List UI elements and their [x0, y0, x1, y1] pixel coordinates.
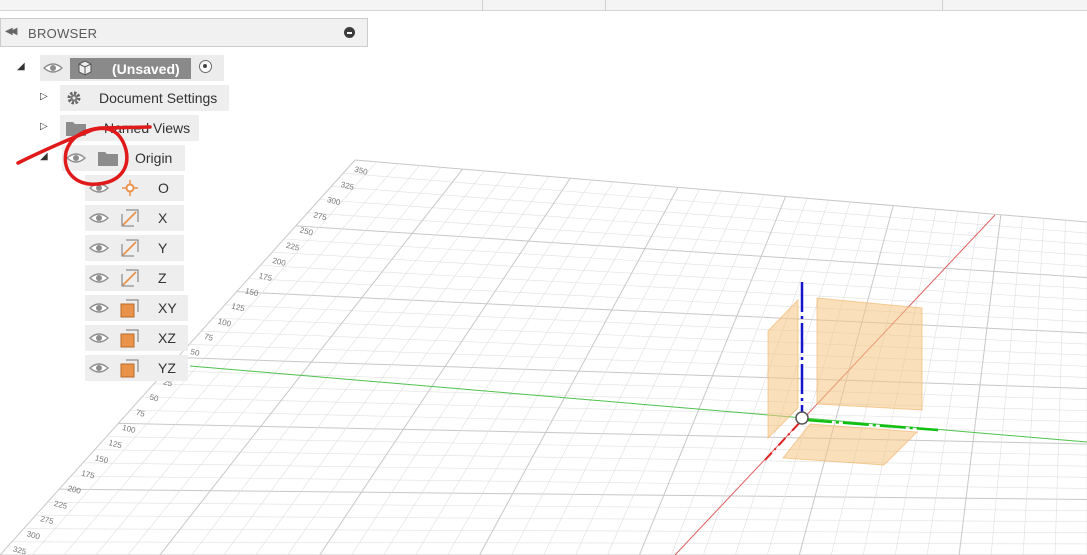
grid-ruler-label: 75	[203, 332, 214, 343]
axis-icon	[121, 239, 139, 257]
expanded-triangle-icon[interactable]: ◢	[17, 61, 25, 72]
toolbar-separator	[942, 0, 943, 10]
grid-ruler-label: 225	[285, 241, 301, 253]
collapsed-triangle-icon[interactable]: ▷	[40, 121, 48, 132]
tree-row-origin-xz[interactable]: XZ	[85, 325, 189, 351]
axis-icon	[121, 269, 139, 287]
minus-circle-icon[interactable]	[344, 27, 355, 38]
tree-row-origin-o[interactable]: O	[85, 175, 185, 201]
grid-ruler-label: 300	[26, 529, 42, 541]
grid-ruler-label: 225	[53, 499, 69, 511]
grid-line	[607, 194, 765, 555]
tree-row-document-settings[interactable]: ▷ Document Settings	[0, 85, 230, 111]
grid-ruler-label: 100	[121, 423, 137, 435]
eye-icon[interactable]	[89, 271, 109, 285]
origin-child-label: XY	[158, 300, 177, 316]
plane-icon	[120, 329, 139, 348]
radio-icon[interactable]	[199, 60, 212, 73]
grid-line	[543, 190, 722, 555]
origin-point-icon	[122, 180, 138, 196]
grid-line	[415, 183, 636, 555]
grid-ruler-label: 100	[217, 317, 233, 329]
grid-ruler-label: 50	[149, 393, 160, 404]
grid-ruler-label: 125	[231, 301, 247, 313]
browser-panel-header[interactable]: ◀◀ BROWSER	[0, 18, 368, 47]
document-settings-label: Document Settings	[99, 90, 218, 106]
double-chevron-left-icon[interactable]: ◀◀	[5, 26, 18, 37]
eye-icon[interactable]	[43, 61, 63, 75]
toolbar-separator	[482, 0, 483, 10]
grid-ruler-label: 325	[340, 180, 356, 192]
tree-row-named-views[interactable]: ▷ Named Views	[0, 115, 200, 141]
grid-line	[383, 181, 614, 555]
eye-icon[interactable]	[89, 331, 109, 345]
grid-ruler-label: 175	[80, 469, 96, 481]
grid-ruler-label: 275	[312, 210, 328, 222]
grid-ruler-label: 175	[258, 271, 274, 283]
tree-row-origin[interactable]: ◢ Origin	[0, 145, 190, 171]
grid-ruler-label: 75	[135, 408, 146, 419]
plane-icon	[120, 299, 139, 318]
eye-icon[interactable]	[89, 241, 109, 255]
eye-icon[interactable]	[89, 181, 109, 195]
origin-child-label: X	[158, 210, 168, 226]
grid-ruler-label: 200	[67, 484, 83, 496]
named-views-label: Named Views	[104, 120, 191, 136]
plane-icon	[120, 359, 139, 378]
grid-ruler-label: 150	[244, 286, 260, 298]
plane-xz	[816, 297, 923, 411]
grid-line	[447, 185, 657, 555]
origin-child-label: XZ	[158, 330, 176, 346]
eye-icon[interactable]	[66, 151, 86, 165]
grid-ruler-labels: 3503253002752502252001751501251007550252…	[12, 165, 369, 555]
grid-line	[926, 212, 980, 555]
axis-icon	[121, 209, 139, 227]
grid-ruler-label: 300	[326, 195, 342, 207]
origin-point[interactable]	[795, 411, 809, 425]
eye-icon[interactable]	[89, 211, 109, 225]
grid-ruler-label: 350	[353, 165, 369, 177]
tree-row-origin-xy[interactable]: XY	[85, 295, 189, 321]
folder-icon	[98, 152, 118, 166]
y-axis-line	[189, 365, 1087, 443]
gear-icon	[67, 91, 81, 105]
origin-child-label: Y	[158, 240, 168, 256]
grid-line	[351, 179, 593, 555]
toolbar-separator	[605, 0, 606, 10]
root-label: (Unsaved)	[112, 61, 180, 77]
eye-icon[interactable]	[89, 301, 109, 315]
grid-line	[511, 189, 700, 555]
origin-label: Origin	[135, 150, 173, 166]
grid-line	[638, 196, 787, 555]
folder-icon	[66, 122, 86, 136]
collapsed-triangle-icon[interactable]: ▷	[40, 91, 48, 102]
grid-line	[287, 176, 550, 555]
grid-ruler-label: 125	[108, 438, 124, 450]
grid-ruler-label: 275	[39, 514, 55, 526]
grid-line	[575, 192, 743, 555]
origin-child-label: O	[158, 180, 169, 196]
grid-ruler-label: 50	[190, 347, 201, 358]
grid-ruler-label: 150	[94, 453, 110, 465]
grid-ruler-label: 250	[299, 226, 315, 238]
tree-row-origin-y[interactable]: Y	[85, 235, 185, 261]
grid-line	[479, 187, 679, 555]
grid-ruler-label: 325	[12, 545, 28, 555]
expanded-triangle-icon[interactable]: ◢	[40, 151, 48, 162]
origin-child-label: YZ	[158, 360, 176, 376]
eye-icon[interactable]	[89, 361, 109, 375]
browser-title: BROWSER	[28, 26, 98, 41]
tree-row-origin-yz[interactable]: YZ	[85, 355, 189, 381]
tree-row-origin-x[interactable]: X	[85, 205, 185, 231]
grid-line	[319, 177, 571, 555]
component-icon	[78, 60, 92, 76]
origin-child-label: Z	[158, 270, 167, 286]
tree-row-origin-z[interactable]: Z	[85, 265, 185, 291]
toolbar-strip	[0, 0, 1087, 11]
plane-xy	[782, 423, 919, 466]
